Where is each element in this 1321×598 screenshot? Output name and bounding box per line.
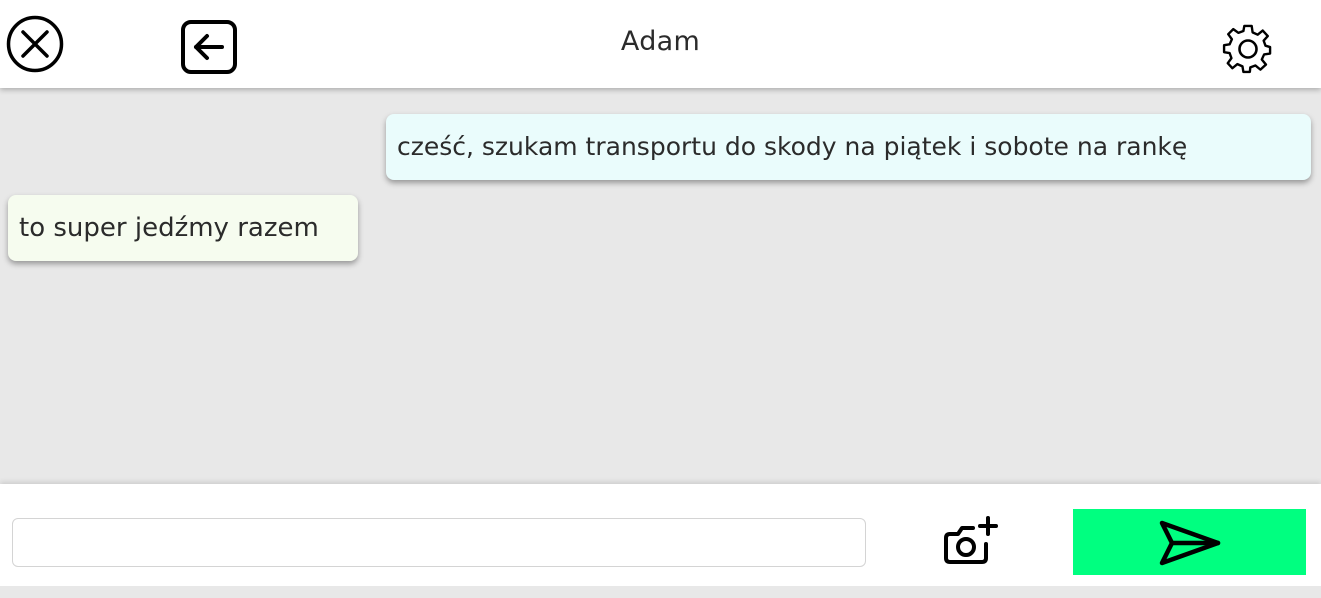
send-arrow-icon <box>1159 520 1221 566</box>
footer-strip <box>0 586 1321 598</box>
sent-message-bubble: cześć, szukam transportu do skody na pią… <box>386 114 1311 180</box>
message-input[interactable] <box>12 518 866 567</box>
message-list: cześć, szukam transportu do skody na pią… <box>0 88 1321 484</box>
send-button[interactable] <box>1073 509 1306 575</box>
message-composer <box>0 484 1321 586</box>
chat-title: Adam <box>620 26 701 57</box>
received-message-bubble: to super jedźmy razem <box>8 195 358 261</box>
chat-header: Adam <box>0 0 1321 88</box>
add-photo-camera-icon[interactable] <box>940 514 1002 570</box>
gear-icon[interactable] <box>1220 20 1276 76</box>
chat-app: Adam cześć, szukam transportu do skody n… <box>0 0 1321 598</box>
